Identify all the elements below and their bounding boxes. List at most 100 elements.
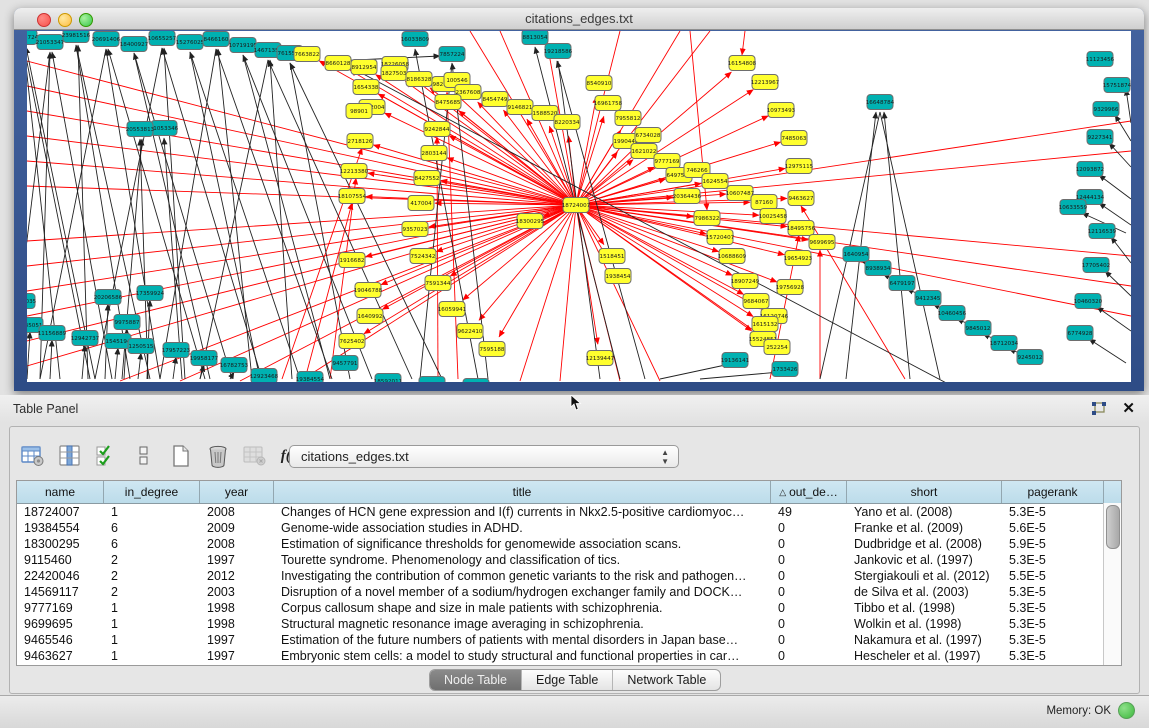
graph-node[interactable]: 12213380 (340, 164, 369, 179)
graph-node[interactable]: 10460456 (938, 306, 967, 321)
table-row[interactable]: 1830029562008Estimation of significance … (17, 536, 1121, 552)
graph-node[interactable]: 18907249 (731, 274, 760, 289)
graph-node[interactable]: 8660128 (325, 56, 351, 71)
graph-node[interactable]: 7591344 (425, 276, 451, 291)
graph-node[interactable]: 12116539 (1088, 224, 1117, 239)
graph-node[interactable]: 7986322 (694, 211, 720, 226)
graph-node[interactable]: 10688609 (718, 249, 747, 264)
graph-node[interactable]: 1621022 (631, 144, 657, 159)
graph-node[interactable]: 1733426 (772, 362, 798, 377)
graph-node[interactable]: 11583642 (418, 377, 446, 383)
graph-node[interactable]: 8813054 (522, 31, 548, 45)
graph-node[interactable]: 9463627 (788, 191, 814, 206)
column-header-title[interactable]: title (274, 481, 771, 503)
graph-node[interactable]: 12942737 (71, 331, 100, 346)
new-column-icon[interactable] (168, 444, 194, 468)
hub-node[interactable]: 18724007 (562, 198, 591, 213)
graph-node[interactable]: 9146821 (507, 100, 533, 115)
graph-node[interactable]: 9457791 (332, 356, 358, 371)
graph-node[interactable]: 16648784 (866, 95, 895, 110)
graph-node[interactable]: 1640992 (357, 309, 383, 324)
graph-node[interactable]: 7485063 (781, 131, 807, 146)
graph-node[interactable]: 10607487 (726, 186, 755, 201)
graph-node[interactable]: 12923468 (250, 369, 279, 383)
graph-node[interactable]: 7857224 (439, 47, 465, 62)
graph-node[interactable]: 16154808 (728, 56, 757, 71)
graph-node[interactable]: 15720407 (706, 230, 735, 245)
table-row[interactable]: 1872400712008Changes of HCN gene express… (17, 504, 1121, 520)
column-header-pagerank[interactable]: pagerank (1002, 481, 1104, 503)
graph-node[interactable]: 18400927 (120, 37, 149, 52)
graph-node[interactable]: 20691406 (92, 32, 121, 47)
graph-node[interactable]: 9357023 (402, 222, 428, 237)
graph-node[interactable]: 19384554 (296, 372, 325, 383)
graph-node[interactable]: 16782753 (220, 358, 249, 373)
graph-node[interactable]: 19046788 (354, 283, 383, 298)
delete-table-icon[interactable] (242, 444, 268, 468)
scrollbar-thumb[interactable] (1106, 505, 1120, 549)
table-row[interactable]: 1938455462009Genome-wide association stu… (17, 520, 1121, 536)
table-row[interactable]: 946554611997Estimation of the future num… (17, 632, 1121, 648)
graph-node[interactable]: 15276025 (176, 35, 205, 50)
graph-node[interactable]: 20364436 (673, 189, 702, 204)
graph-node[interactable]: 9242844 (424, 122, 450, 137)
graph-node[interactable]: 10655257 (148, 31, 177, 46)
graph-node[interactable]: 16059941 (438, 302, 467, 317)
graph-node[interactable]: 18592011 (374, 374, 403, 383)
graph-node[interactable]: 9329966 (1093, 102, 1119, 117)
graph-node[interactable]: 9111971 (463, 379, 489, 383)
column-header-out_de[interactable]: △out_de… (771, 481, 847, 503)
graph-node[interactable]: 19958177 (190, 351, 219, 366)
graph-node[interactable]: 8475685 (435, 95, 461, 110)
graph-node[interactable]: 12975115 (785, 159, 814, 174)
citation-network-graph[interactable]: 2405572421053347239815162069140618400927… (27, 31, 1131, 382)
graph-node[interactable]: 10973493 (767, 103, 796, 118)
graph-node[interactable]: 16033809 (401, 32, 430, 47)
column-select-icon[interactable] (57, 444, 83, 468)
memory-status-indicator[interactable] (1118, 702, 1135, 719)
graph-node[interactable]: 19136141 (721, 353, 750, 368)
graph-node[interactable]: 9227341 (1087, 130, 1113, 145)
graph-node[interactable]: 8540910 (586, 76, 612, 91)
table-mode-icon[interactable] (20, 444, 46, 468)
table-row[interactable]: 911546021997Tourette syndrome. Phenomeno… (17, 552, 1121, 568)
graph-node[interactable]: 7595188 (479, 342, 505, 357)
graph-node[interactable]: 10460320 (1074, 294, 1103, 309)
graph-node[interactable]: 20553813 (126, 122, 155, 137)
rows-icon[interactable] (131, 444, 157, 468)
graph-node[interactable]: 2718126 (347, 134, 373, 149)
graph-node[interactable]: 9975887 (114, 315, 140, 330)
graph-node[interactable]: 8454749 (482, 92, 508, 107)
graph-node[interactable]: 9684067 (743, 294, 769, 309)
table-row[interactable]: 946362711997Embryonic stem cells: a mode… (17, 648, 1121, 664)
tab-edge-table[interactable]: Edge Table (522, 670, 613, 690)
graph-node[interactable]: 1250515 (128, 339, 154, 354)
graph-node[interactable]: 252254 (764, 340, 790, 355)
graph-node[interactable]: 17705402 (1082, 258, 1110, 273)
float-window-icon[interactable] (1091, 401, 1107, 417)
table-row[interactable]: 969969511998Structural magnetic resonanc… (17, 616, 1121, 632)
graph-node[interactable]: 18107554 (338, 189, 367, 204)
graph-node[interactable]: 8938934 (865, 261, 891, 276)
graph-node[interactable]: 16961758 (594, 96, 623, 111)
graph-node[interactable]: 11156889 (38, 326, 67, 341)
graph-node[interactable]: 9245012 (1017, 350, 1043, 365)
graph-node[interactable]: 8186328 (406, 72, 432, 87)
graph-node[interactable]: 25206035 (27, 294, 37, 309)
graph-node[interactable]: 15751874 (1103, 78, 1131, 93)
graph-node[interactable]: 12139447 (586, 351, 615, 366)
graph-node[interactable]: 1938454 (605, 269, 631, 284)
graph-node[interactable]: 1916682 (339, 253, 365, 268)
graph-node[interactable]: 18712034 (990, 336, 1019, 351)
graph-node[interactable]: 7663822 (294, 47, 320, 62)
graph-node[interactable]: 11123456 (1086, 52, 1115, 67)
graph-node[interactable]: 8466160 (203, 32, 229, 47)
graph-node[interactable]: 1640954 (843, 247, 869, 262)
graph-node[interactable]: 19218586 (544, 44, 573, 59)
graph-node[interactable]: 2803144 (421, 146, 447, 161)
graph-node[interactable]: 1624554 (702, 174, 728, 189)
tab-node-table[interactable]: Node Table (430, 670, 522, 690)
graph-node[interactable]: 6479197 (889, 276, 915, 291)
table-select-dropdown[interactable]: citations_edges.txt ▲▼ (289, 445, 679, 468)
graph-node[interactable]: 9412345 (915, 291, 941, 306)
